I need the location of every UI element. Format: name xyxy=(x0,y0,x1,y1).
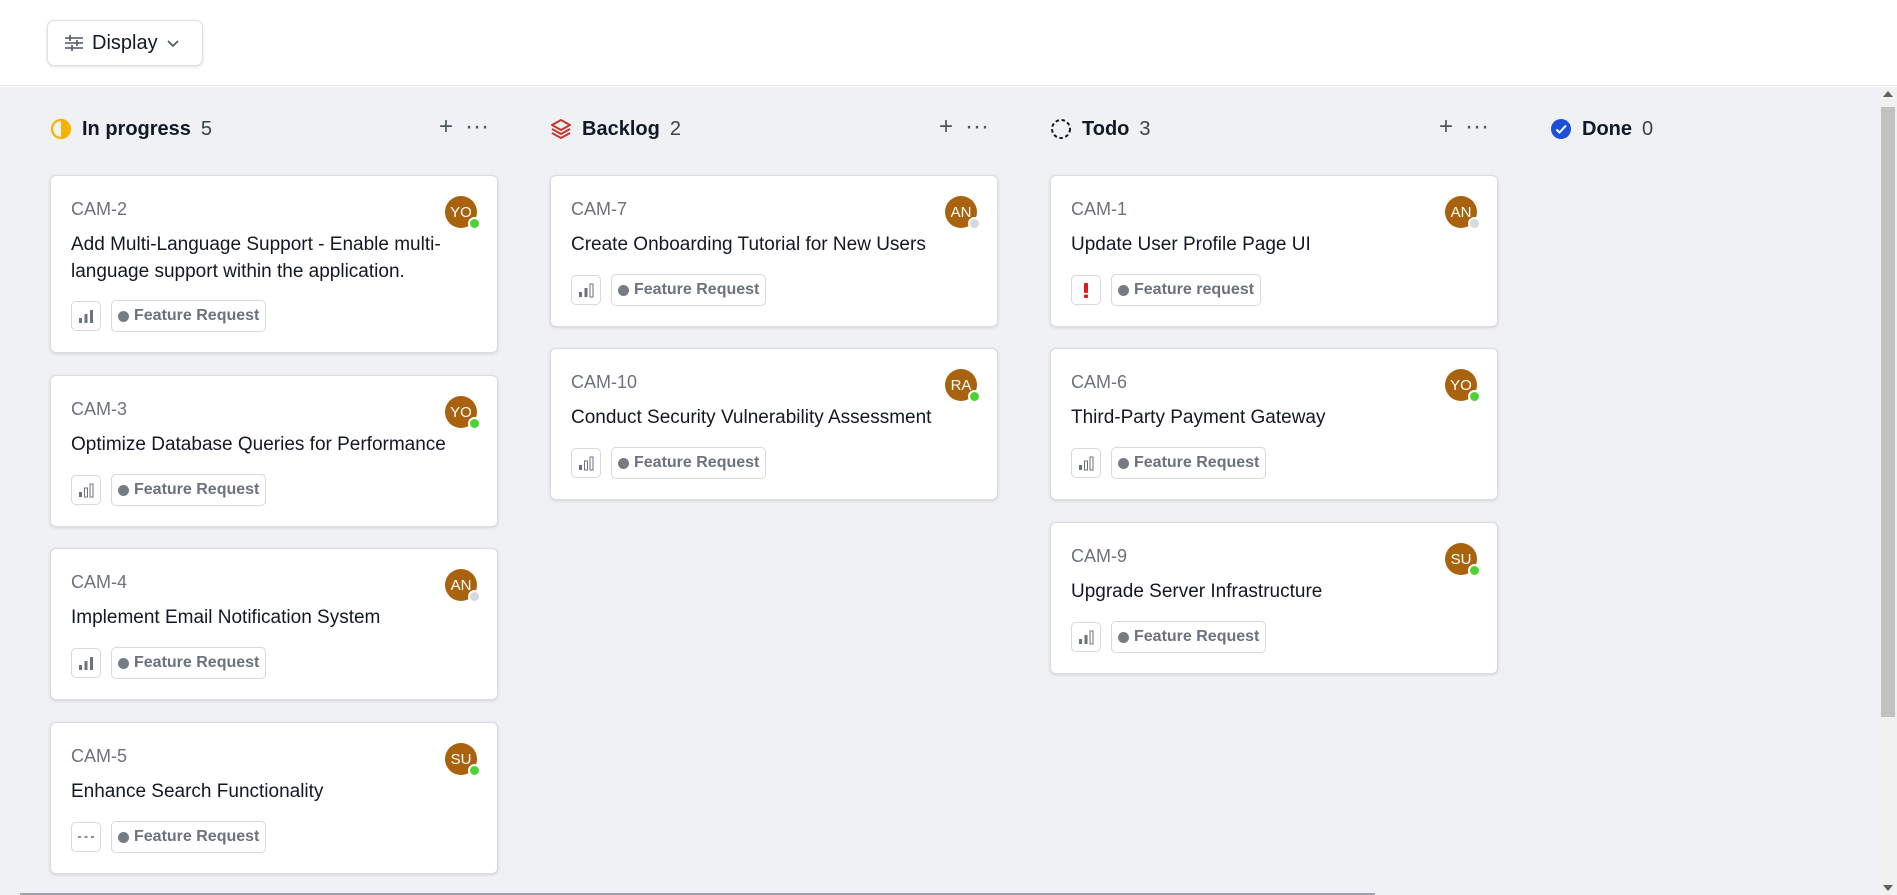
column-count: 3 xyxy=(1139,118,1151,140)
issue-title: Create Onboarding Tutorial for New Users xyxy=(571,234,926,255)
column-title: Todo 3 xyxy=(1082,118,1151,140)
scroll-down-icon[interactable] xyxy=(1883,885,1893,891)
avatar[interactable]: SU xyxy=(445,743,481,777)
status-dot xyxy=(1468,217,1481,230)
issue-card[interactable]: CAM-5 SU Enhance Search Functionality Fe… xyxy=(50,722,498,874)
add-icon[interactable]: + xyxy=(939,115,953,139)
issue-title: Update User Profile Page UI xyxy=(1071,234,1311,255)
issue-card[interactable]: CAM-6 YO Third-Party Payment Gateway Fea… xyxy=(1050,348,1498,500)
column-title: Done 0 xyxy=(1582,118,1654,140)
priority-low-icon[interactable] xyxy=(71,475,101,505)
display-button-label: Display xyxy=(92,31,158,54)
column-header: In progress 5 + ··· xyxy=(47,115,497,141)
issue-card[interactable]: CAM-3 YO Optimize Database Queries for P… xyxy=(50,375,498,527)
priority-none-icon[interactable] xyxy=(71,822,101,852)
label-tag[interactable]: Feature Request xyxy=(1111,621,1267,653)
status-dot xyxy=(968,217,981,230)
label-tag[interactable]: Feature request xyxy=(1111,274,1262,306)
avatar[interactable]: YO xyxy=(445,196,481,230)
column-header: Backlog 2 + ··· xyxy=(547,115,997,141)
issue-id: CAM-2 xyxy=(71,199,128,219)
priority-low-icon[interactable] xyxy=(571,448,601,478)
issue-card[interactable]: CAM-9 SU Upgrade Server Infrastructure F… xyxy=(1050,522,1498,674)
issue-title: Enhance Search Functionality xyxy=(71,781,324,802)
issue-title: Implement Email Notification System xyxy=(71,607,381,628)
label-tag[interactable]: Feature Request xyxy=(111,300,267,332)
label-tag[interactable]: Feature Request xyxy=(611,447,767,479)
issue-id: CAM-6 xyxy=(1071,372,1128,392)
issue-card[interactable]: CAM-2 YO Add Multi-Language Support - En… xyxy=(50,175,498,353)
issue-title: Conduct Security Vulnerability Assessmen… xyxy=(571,407,932,428)
priority-low-icon[interactable] xyxy=(1071,448,1101,478)
column-count: 0 xyxy=(1642,118,1654,140)
add-icon[interactable]: + xyxy=(439,115,453,139)
issue-id: CAM-4 xyxy=(71,572,128,592)
issue-title: Add Multi-Language Support - Enable mult… xyxy=(71,234,441,282)
avatar[interactable]: RA xyxy=(945,369,981,403)
sliders-icon xyxy=(64,34,84,52)
top-bar: Display xyxy=(0,0,1897,86)
avatar[interactable]: AN xyxy=(1445,196,1481,230)
column-header: Done 0 xyxy=(1547,117,1877,141)
column-count: 5 xyxy=(200,118,213,140)
issue-id: CAM-9 xyxy=(1071,546,1128,566)
issue-card[interactable]: CAM-4 AN Implement Email Notification Sy… xyxy=(50,548,498,700)
half-circle-icon xyxy=(50,118,72,140)
avatar[interactable]: AN xyxy=(445,569,481,603)
status-dot xyxy=(1468,564,1481,577)
priority-medium-icon[interactable] xyxy=(571,275,601,305)
issue-card[interactable]: CAM-1 AN Update User Profile Page UI Fea… xyxy=(1050,175,1498,327)
issue-title: Third-Party Payment Gateway xyxy=(1071,407,1326,428)
issue-id: CAM-1 xyxy=(1071,199,1128,219)
issue-id: CAM-10 xyxy=(571,372,638,392)
issue-title: Upgrade Server Infrastructure xyxy=(1071,581,1323,602)
display-button[interactable]: Display xyxy=(47,20,203,66)
priority-medium-icon[interactable] xyxy=(71,301,101,331)
chevron-down-icon xyxy=(166,38,180,48)
label-tag[interactable]: Feature Request xyxy=(111,821,267,853)
issue-id: CAM-7 xyxy=(571,199,628,219)
label-tag[interactable]: Feature Request xyxy=(111,474,267,506)
scroll-up-icon[interactable] xyxy=(1883,91,1893,97)
more-options-icon[interactable]: ··· xyxy=(965,115,989,139)
priority-urgent-icon[interactable] xyxy=(1071,275,1101,305)
label-tag[interactable]: Feature Request xyxy=(111,647,267,679)
status-dot xyxy=(468,764,481,777)
label-tag[interactable]: Feature Request xyxy=(1111,447,1267,479)
label-tag[interactable]: Feature Request xyxy=(611,274,767,306)
issue-card[interactable]: CAM-10 RA Conduct Security Vulnerability… xyxy=(550,348,998,500)
avatar[interactable]: YO xyxy=(445,396,481,430)
issue-title: Optimize Database Queries for Performanc… xyxy=(71,434,446,455)
more-options-icon[interactable]: ··· xyxy=(1465,115,1489,139)
status-dot xyxy=(468,417,481,430)
avatar[interactable]: SU xyxy=(1445,543,1481,577)
status-dot xyxy=(1468,390,1481,403)
priority-medium-icon[interactable] xyxy=(1071,622,1101,652)
add-icon[interactable]: + xyxy=(1439,115,1453,139)
status-dot xyxy=(468,217,481,230)
vertical-scrollbar[interactable] xyxy=(1879,87,1897,895)
layers-icon xyxy=(550,118,572,140)
check-circle-icon xyxy=(1550,118,1572,140)
avatar[interactable]: YO xyxy=(1445,369,1481,403)
issue-id: CAM-5 xyxy=(71,746,128,766)
priority-medium-icon[interactable] xyxy=(71,648,101,678)
more-options-icon[interactable]: ··· xyxy=(465,115,489,139)
column-count: 2 xyxy=(669,118,681,140)
status-dot xyxy=(468,590,481,603)
avatar[interactable]: AN xyxy=(945,196,981,230)
column-header: Todo 3 + ··· xyxy=(1047,115,1497,141)
column-title: In progress 5 xyxy=(82,118,213,140)
issue-id: CAM-3 xyxy=(71,399,128,419)
dashed-circle-icon xyxy=(1050,118,1072,140)
scrollbar-thumb[interactable] xyxy=(1881,107,1895,717)
kanban-board: In progress 5 + ··· CAM-2 YO Add Multi-La… xyxy=(0,87,1879,895)
column-title: Backlog 2 xyxy=(582,118,681,140)
issue-card[interactable]: CAM-7 AN Create Onboarding Tutorial for … xyxy=(550,175,998,327)
status-dot xyxy=(968,390,981,403)
